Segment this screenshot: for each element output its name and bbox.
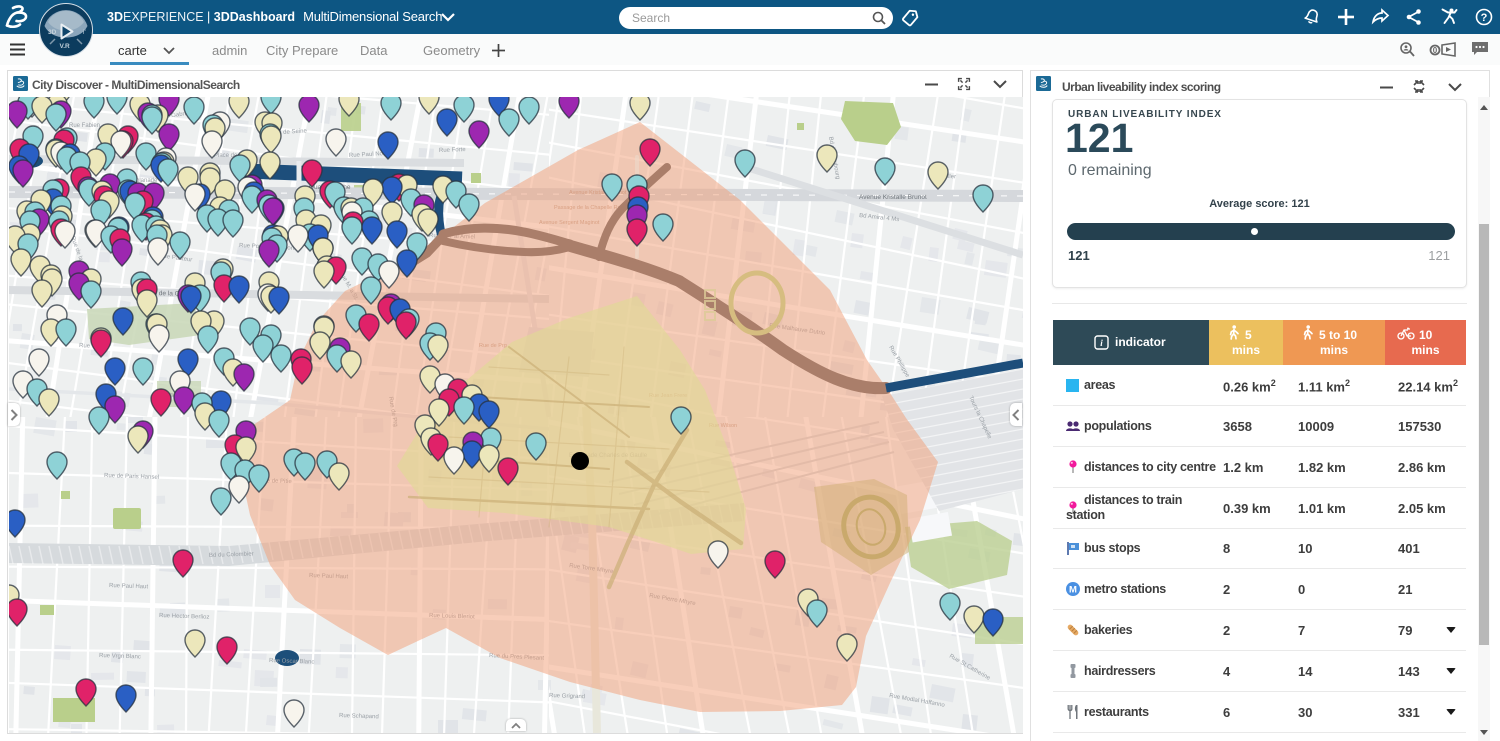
svg-text:V.R: V.R xyxy=(60,43,71,50)
svg-text:Rue Fabien: Rue Fabien xyxy=(69,123,100,129)
svg-text:Avenue Kristalle Brunot: Avenue Kristalle Brunot xyxy=(859,194,927,201)
svg-text:3D: 3D xyxy=(48,29,57,36)
svg-text:Rue Grigrand: Rue Grigrand xyxy=(549,693,585,700)
svg-text:0: 0 xyxy=(1433,46,1438,55)
svg-text:?: ? xyxy=(1481,12,1488,24)
svg-text:Rue Forte: Rue Forte xyxy=(439,147,467,154)
svg-text:M: M xyxy=(1069,585,1077,596)
svg-text:i: i xyxy=(1100,338,1103,348)
svg-text:i': i' xyxy=(83,29,86,36)
